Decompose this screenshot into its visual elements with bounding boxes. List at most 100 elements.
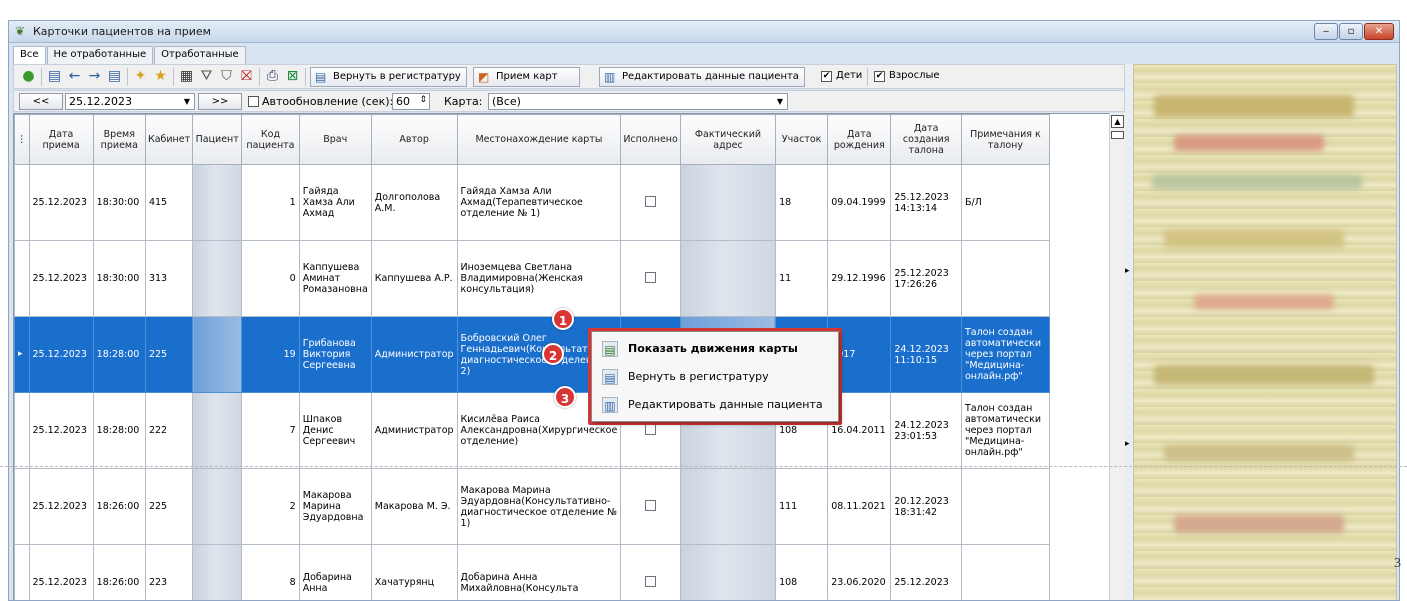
receive-cards-button[interactable]: ◩ Прием карт	[473, 67, 580, 87]
chevron-down-icon[interactable]: ▼	[184, 94, 190, 109]
cell-patient[interactable]	[192, 240, 243, 317]
cell-time[interactable]: 18:30:00	[92, 240, 146, 317]
card-filter-select[interactable]: (Все) ▼	[488, 93, 788, 110]
cell-location[interactable]: Иноземцева Светлана Владимировна(Женская…	[456, 240, 622, 317]
cell-district[interactable]: 108	[775, 544, 829, 600]
cell-done[interactable]	[620, 544, 681, 600]
cell-cabinet[interactable]: 313	[144, 240, 194, 317]
col-doctor[interactable]: Врач	[298, 114, 372, 165]
table-row[interactable]: 25.12.2023 18:26:00 223 8 Добарина Анна Хачат…	[14, 544, 1124, 600]
col-patient-code[interactable]: Код пациента	[241, 114, 300, 165]
arrow-left-icon[interactable]: ←	[66, 68, 83, 85]
card-icon[interactable]: ▤	[46, 68, 63, 85]
menu-item-edit-patient[interactable]: ▥ Редактировать данные пациента	[594, 392, 837, 417]
col-author[interactable]: Автор	[370, 114, 458, 165]
done-checkbox[interactable]	[645, 195, 657, 207]
autorefresh-seconds-input[interactable]: 60 ⇕	[392, 93, 430, 110]
cell-done[interactable]	[620, 240, 681, 317]
col-patient[interactable]: Пациент	[192, 114, 243, 165]
tab-processed[interactable]: Отработанные	[154, 46, 246, 64]
cell-address[interactable]	[679, 164, 777, 241]
filter-edit-icon[interactable]: ⛉	[218, 68, 235, 85]
filter-icon[interactable]: ⛛	[198, 68, 215, 85]
star-icon[interactable]: ★	[152, 68, 169, 85]
edit-patient-button[interactable]: ▥ Редактировать данные пациента	[599, 67, 805, 87]
cell-patient[interactable]	[192, 468, 243, 545]
star-add-icon[interactable]: ✦	[132, 68, 149, 85]
grid-vertical-scrollbar[interactable]: ▲	[1109, 113, 1125, 600]
expand-arrow-icon[interactable]: ▸	[1125, 439, 1130, 449]
cell-doctor[interactable]: Грибанова Виктория Сергеевна	[298, 316, 372, 393]
cell-ticket-created[interactable]: 25.12.2023 14:13:14	[890, 164, 962, 241]
autorefresh-checkbox[interactable]	[248, 96, 259, 107]
cell-district[interactable]: 111	[775, 468, 829, 545]
date-input[interactable]: 25.12.2023 ▼	[65, 93, 195, 110]
row-marker-header[interactable]: ⋮	[14, 114, 30, 165]
cell-location[interactable]: Добарина Анна Михайловна(Консульта	[456, 544, 622, 600]
arrow-right-icon[interactable]: →	[86, 68, 103, 85]
cell-patient-code[interactable]: 7	[241, 392, 300, 469]
children-checkbox[interactable]: ✔	[821, 71, 832, 82]
done-checkbox[interactable]	[645, 499, 657, 511]
cell-patient-code[interactable]: 8	[241, 544, 300, 600]
cell-birth-date[interactable]: 29.12.1996	[827, 240, 892, 317]
cell-time[interactable]: 18:28:00	[92, 392, 146, 469]
cell-ticket-created[interactable]: 20.12.2023 18:31:42	[890, 468, 962, 545]
cell-time[interactable]: 18:28:00	[92, 316, 146, 393]
cell-date[interactable]: 25.12.2023	[28, 392, 94, 469]
col-birth-date[interactable]: Дата рождения	[827, 114, 892, 165]
cell-patient-code[interactable]: 19	[241, 316, 300, 393]
cell-ticket-created[interactable]: 25.12.2023 17:26:26	[890, 240, 962, 317]
cell-cabinet[interactable]: 415	[144, 164, 194, 241]
cell-date[interactable]: 25.12.2023	[28, 544, 94, 600]
cell-date[interactable]: 25.12.2023	[28, 468, 94, 545]
cell-district[interactable]: 18	[775, 164, 829, 241]
scroll-up-icon[interactable]: ▲	[1111, 115, 1124, 128]
menu-item-show-card-movements[interactable]: ▤ Показать движения карты	[594, 336, 837, 361]
cell-patient-code[interactable]: 2	[241, 468, 300, 545]
col-ticket-notes[interactable]: Примечания к талону	[960, 114, 1050, 165]
col-appointment-time[interactable]: Время приема	[92, 114, 146, 165]
col-card-location[interactable]: Местонахождение карты	[456, 114, 622, 165]
cell-author[interactable]: Администратор	[370, 316, 458, 393]
tab-all[interactable]: Все	[13, 46, 46, 64]
table-row[interactable]: 25.12.2023 18:26:00 225 2 Макарова Марина Эд…	[14, 468, 1124, 545]
stepper-icon[interactable]: ⇕	[419, 93, 427, 108]
cell-address[interactable]	[679, 468, 777, 545]
chevron-down-icon[interactable]: ▼	[777, 94, 783, 109]
cell-done[interactable]	[620, 164, 681, 241]
expand-arrow-icon[interactable]: ▸	[1125, 266, 1130, 276]
cell-patient[interactable]	[192, 164, 243, 241]
adults-checkbox[interactable]: ✔	[874, 71, 885, 82]
cell-doctor[interactable]: Добарина Анна	[298, 544, 372, 600]
row-marker[interactable]: ▸	[14, 316, 30, 393]
cell-address[interactable]	[679, 240, 777, 317]
cell-address[interactable]	[679, 544, 777, 600]
cell-patient[interactable]	[192, 544, 243, 600]
calendar-icon[interactable]: ▦	[178, 68, 195, 85]
cell-notes[interactable]	[960, 544, 1050, 600]
cell-patient[interactable]	[192, 392, 243, 469]
cell-author[interactable]: Хачатурянц	[370, 544, 458, 600]
col-actual-address[interactable]: Фактический адрес	[679, 114, 777, 165]
tab-not-processed[interactable]: Не отработанные	[46, 46, 154, 64]
minimize-button[interactable]: ‒	[1314, 23, 1338, 40]
col-appointment-date[interactable]: Дата приема	[28, 114, 94, 165]
cell-doctor[interactable]: Каппушева Аминат Ромазановна	[298, 240, 372, 317]
cell-cabinet[interactable]: 222	[144, 392, 194, 469]
cell-notes[interactable]: Талон создан автоматически через портал …	[960, 316, 1050, 393]
cell-date[interactable]: 25.12.2023	[28, 240, 94, 317]
cell-location[interactable]: Макарова Марина Эдуардовна(Консультативн…	[456, 468, 622, 545]
cell-birth-date[interactable]: 09.04.1999	[827, 164, 892, 241]
scroll-thumb[interactable]	[1111, 131, 1124, 139]
row-marker[interactable]	[14, 240, 30, 317]
cell-ticket-created[interactable]: 25.12.2023	[890, 544, 962, 600]
prev-date-button[interactable]: <<	[19, 93, 63, 110]
cell-done[interactable]	[620, 468, 681, 545]
cell-author[interactable]: Макарова М. Э.	[370, 468, 458, 545]
close-button[interactable]: ✕	[1364, 23, 1394, 40]
print-icon[interactable]: ⎙	[264, 68, 281, 85]
cell-patient[interactable]	[192, 316, 243, 393]
cell-birth-date[interactable]: 23.06.2020	[827, 544, 892, 600]
refresh-icon[interactable]: ●	[20, 68, 37, 85]
